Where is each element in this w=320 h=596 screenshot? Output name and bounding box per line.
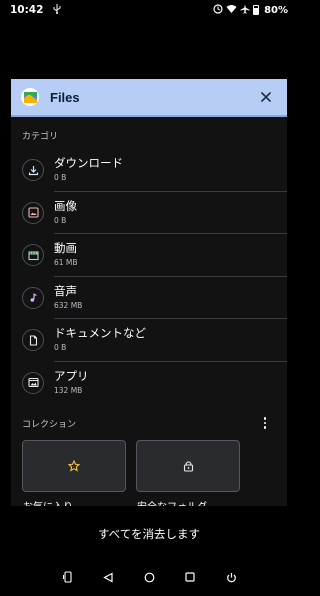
navigation-bar — [0, 564, 298, 592]
screen-rotate-icon — [63, 571, 72, 583]
app-title: Files — [50, 89, 80, 105]
category-size: 0 B — [54, 343, 67, 352]
more-options-button[interactable] — [257, 415, 273, 431]
clear-all-bar: すべてを消去します — [0, 506, 298, 562]
lock-icon — [183, 461, 193, 472]
music-icon — [22, 286, 44, 309]
home-icon — [144, 572, 154, 582]
more-vert-icon — [263, 417, 267, 420]
category-item-documents[interactable]: ドキュメントなど 0 B — [11, 319, 287, 362]
category-name: 音声 — [54, 283, 77, 298]
category-item-images[interactable]: 画像 0 B — [11, 192, 287, 234]
collection-card-safe-folder[interactable] — [136, 440, 240, 492]
collection-header: コレクション — [11, 412, 287, 434]
image-icon — [22, 201, 44, 224]
clear-all-button[interactable]: すべてを消去します — [86, 520, 212, 548]
recents-button[interactable] — [183, 570, 197, 584]
back-button[interactable] — [101, 570, 115, 584]
do-not-disturb-icon — [213, 3, 223, 17]
category-item-audio[interactable]: 音声 632 MB — [11, 277, 287, 319]
power-button[interactable] — [224, 570, 238, 584]
category-item-videos[interactable]: 動画 61 MB — [11, 234, 287, 277]
files-app-icon — [21, 88, 39, 106]
recents-icon — [185, 572, 195, 582]
category-size: 61 MB — [54, 258, 78, 267]
usb-icon — [53, 3, 61, 17]
rotate-button[interactable] — [61, 570, 75, 584]
category-name: アプリ — [54, 368, 89, 383]
category-name: 画像 — [54, 198, 77, 213]
document-icon — [22, 329, 44, 351]
category-section-label: カテゴリ — [22, 132, 59, 142]
download-icon — [22, 159, 44, 181]
status-time: 10:42 — [10, 4, 44, 16]
category-name: ダウンロード — [54, 156, 123, 170]
home-button[interactable] — [142, 570, 156, 584]
video-icon — [22, 244, 44, 266]
apps-icon — [22, 371, 44, 394]
category-item-download[interactable]: ダウンロード 0 B — [11, 149, 287, 192]
airplane-icon — [240, 4, 250, 17]
collection-cards: お気に入り 安全なフォルダ — [11, 440, 287, 513]
status-bar: 10:42 80% — [0, 0, 298, 20]
category-name: ドキュメントなど — [54, 326, 146, 340]
battery-icon — [253, 5, 260, 15]
power-icon — [226, 572, 236, 582]
wifi-icon — [226, 4, 237, 16]
collection-card-favorites[interactable] — [22, 440, 126, 492]
category-item-apps[interactable]: アプリ 132 MB — [11, 362, 287, 405]
category-size: 632 MB — [54, 300, 83, 310]
close-button[interactable] — [255, 86, 277, 108]
category-size: 132 MB — [54, 385, 83, 395]
star-icon — [68, 460, 80, 472]
category-size: 0 B — [54, 215, 67, 225]
close-icon — [260, 91, 272, 103]
battery-percent: 80% — [264, 4, 288, 16]
category-list: ダウンロード 0 B 画像 0 B 動画 61 MB 音声 632 MB ドキュ… — [11, 149, 287, 404]
status-icons: 80% — [213, 3, 288, 17]
category-name: 動画 — [54, 241, 77, 255]
collection-section-label: コレクション — [22, 419, 77, 430]
app-header: Files — [11, 79, 287, 117]
back-icon — [102, 572, 113, 582]
files-panel: Files カテゴリ ダウンロード 0 B 画像 0 B 動画 61 MB 音声… — [11, 79, 287, 519]
category-size: 0 B — [54, 173, 67, 182]
